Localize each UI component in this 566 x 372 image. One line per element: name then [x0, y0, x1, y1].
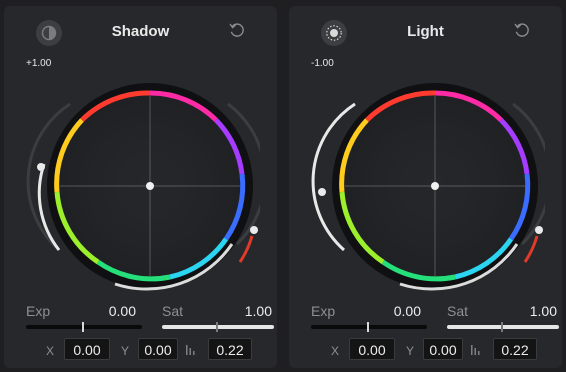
left-arc-handle[interactable]: [37, 163, 45, 171]
sun-icon: [326, 25, 342, 41]
x-label: X: [331, 344, 340, 358]
left-arc-handle[interactable]: [318, 188, 326, 196]
light-mode-button[interactable]: [321, 20, 347, 46]
lum-input[interactable]: 0.22: [493, 338, 537, 360]
x-input[interactable]: 0.00: [349, 338, 395, 360]
exp-slider[interactable]: [26, 325, 142, 329]
exp-slider-thumb[interactable]: [367, 322, 369, 332]
sat-label: Sat: [447, 303, 469, 319]
exp-value[interactable]: 0.00: [371, 303, 421, 319]
panel-title-light: Light: [407, 23, 444, 40]
sat-slider-thumb[interactable]: [216, 322, 218, 332]
x-input[interactable]: 0.00: [64, 338, 110, 360]
luminance-bars-icon: [186, 345, 195, 355]
exp-value[interactable]: 0.00: [86, 303, 136, 319]
wheel-center-handle[interactable]: [146, 182, 154, 190]
exp-slider[interactable]: [311, 325, 427, 329]
shadow-mode-button[interactable]: [36, 20, 62, 46]
x-label: X: [46, 344, 55, 358]
reset-icon[interactable]: [512, 20, 532, 40]
right-arc-handle[interactable]: [535, 226, 543, 234]
sat-value[interactable]: 1.00: [222, 303, 272, 319]
y-label: Y: [121, 344, 130, 358]
light-slider-row: Exp 0.00 Sat 1.00: [311, 298, 559, 332]
half-moon-icon: [41, 25, 57, 41]
shadow-panel: +1.00 Shadow Exp 0.00 Sat 1.00 X 0.00 Y …: [4, 6, 277, 368]
y-input[interactable]: 0.00: [423, 338, 463, 360]
y-label: Y: [406, 344, 415, 358]
sat-label: Sat: [162, 303, 184, 319]
reset-icon[interactable]: [227, 20, 247, 40]
light-coords: X 0.00 Y 0.00 0.22: [289, 336, 562, 364]
right-arc-handle[interactable]: [250, 226, 258, 234]
color-wheel-panels: +1.00 Shadow Exp 0.00 Sat 1.00 X 0.00 Y …: [0, 0, 566, 372]
sat-slider[interactable]: [447, 325, 559, 329]
y-input[interactable]: 0.00: [138, 338, 178, 360]
light-panel: -1.00 Light Exp 0.00 Sat 1.00 X 0.00 Y 0…: [289, 6, 562, 368]
shadow-mode-value: +1.00: [26, 58, 52, 69]
sat-value[interactable]: 1.00: [507, 303, 557, 319]
light-mode-value: -1.00: [311, 58, 334, 69]
lum-input[interactable]: 0.22: [208, 338, 252, 360]
light-color-wheel[interactable]: [305, 74, 545, 294]
luminance-bars-icon: [471, 345, 480, 355]
sat-slider[interactable]: [162, 325, 274, 329]
shadow-slider-row: Exp 0.00 Sat 1.00: [26, 298, 274, 332]
wheel-center-handle[interactable]: [431, 182, 439, 190]
exp-label: Exp: [311, 303, 336, 319]
shadow-coords: X 0.00 Y 0.00 0.22: [4, 336, 277, 364]
panel-title-shadow: Shadow: [111, 23, 170, 40]
exp-slider-thumb[interactable]: [82, 322, 84, 332]
sat-slider-thumb[interactable]: [501, 322, 503, 332]
exp-label: Exp: [26, 303, 51, 319]
shadow-color-wheel[interactable]: [20, 74, 260, 294]
